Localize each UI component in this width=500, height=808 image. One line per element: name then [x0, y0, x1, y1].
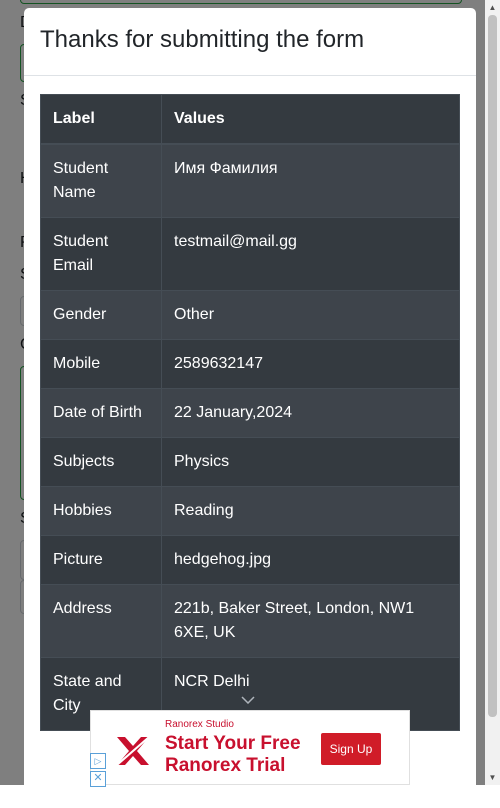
- table-row: Student Name Имя Фамилия: [40, 143, 460, 218]
- results-table-wrapper: Label Values Student Name Имя Фамилия St…: [40, 94, 460, 731]
- row-label: Student Email: [40, 217, 162, 291]
- row-value: Reading: [161, 486, 460, 536]
- row-value: 2589632147: [161, 339, 460, 389]
- modal-header: Thanks for submitting the form: [24, 8, 476, 76]
- scroll-up-icon[interactable]: ▲: [485, 0, 500, 15]
- row-value: 221b, Baker Street, London, NW1 6XE, UK: [161, 584, 460, 658]
- table-row: Student Email testmail@mail.gg: [40, 217, 460, 291]
- table-row: Address 221b, Baker Street, London, NW1 …: [40, 584, 460, 658]
- ad-choices[interactable]: ▷ ✕: [90, 753, 106, 787]
- row-label: Date of Birth: [40, 388, 162, 438]
- row-label: Picture: [40, 535, 162, 585]
- modal-title: Thanks for submitting the form: [40, 26, 365, 53]
- ad-headline[interactable]: Start Your Free Ranorex Trial: [165, 733, 315, 777]
- ad-sponsor: Ranorex Studio: [165, 719, 234, 730]
- ad-banner[interactable]: Ranorex Studio Start Your Free Ranorex T…: [90, 710, 410, 785]
- row-value: Имя Фамилия: [161, 143, 460, 218]
- row-label: Address: [40, 584, 162, 658]
- column-header-label: Label: [40, 94, 162, 145]
- table-header-row: Label Values: [40, 94, 460, 145]
- row-value: testmail@mail.gg: [161, 217, 460, 291]
- ranorex-logo-icon: [113, 731, 153, 771]
- submission-modal: Thanks for submitting the form Label Val…: [24, 8, 476, 808]
- table-row: Hobbies Reading: [40, 486, 460, 536]
- row-value: Other: [161, 290, 460, 340]
- page-scrollbar[interactable]: ▲ ▼: [485, 0, 500, 785]
- table-row: Subjects Physics: [40, 437, 460, 487]
- row-label: Mobile: [40, 339, 162, 389]
- table-row: Picture hedgehog.jpg: [40, 535, 460, 585]
- play-triangle-icon[interactable]: ▷: [90, 753, 106, 769]
- table-row: Mobile 2589632147: [40, 339, 460, 389]
- row-label: Gender: [40, 290, 162, 340]
- row-label: Hobbies: [40, 486, 162, 536]
- column-header-values: Values: [161, 94, 460, 145]
- scrollbar-thumb[interactable]: [488, 15, 497, 717]
- row-label: Subjects: [40, 437, 162, 487]
- ad-signup-button[interactable]: Sign Up: [321, 733, 381, 765]
- table-row: Gender Other: [40, 290, 460, 340]
- results-table: Label Values Student Name Имя Фамилия St…: [40, 94, 460, 731]
- row-value: 22 January,2024: [161, 388, 460, 438]
- row-value: Physics: [161, 437, 460, 487]
- table-row: Date of Birth 22 January,2024: [40, 388, 460, 438]
- row-label: Student Name: [40, 143, 162, 218]
- row-value: hedgehog.jpg: [161, 535, 460, 585]
- chevron-down-icon: [241, 693, 255, 707]
- scroll-down-icon[interactable]: ▼: [485, 770, 500, 785]
